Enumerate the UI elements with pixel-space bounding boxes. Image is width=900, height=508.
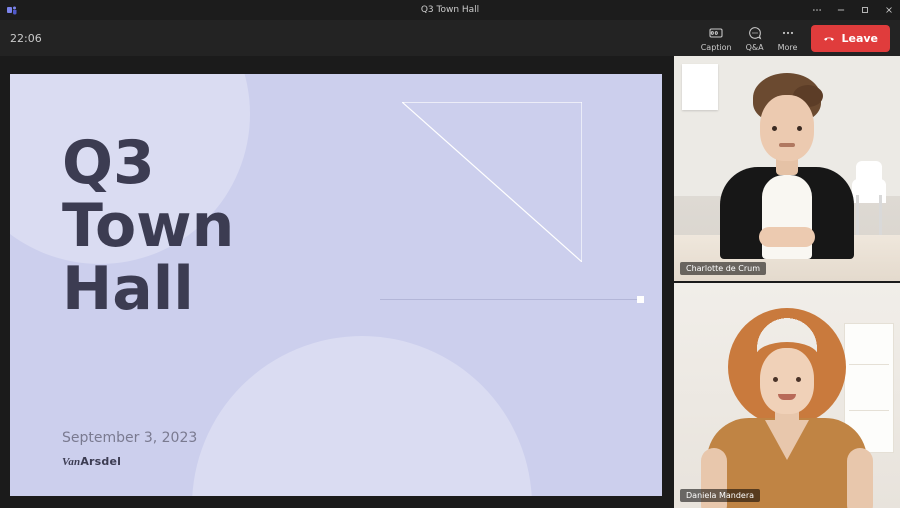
caption-button[interactable]: Caption bbox=[701, 25, 732, 52]
more-label: More bbox=[778, 43, 798, 52]
minimize-button[interactable] bbox=[836, 5, 846, 15]
slide-title: Q3 Town Hall bbox=[62, 132, 234, 321]
participant-name: Charlotte de Crum bbox=[680, 262, 766, 275]
caption-label: Caption bbox=[701, 43, 732, 52]
participant-panel: Charlotte de Crum Daniela Mandera bbox=[674, 56, 900, 508]
decor-triangle bbox=[402, 102, 582, 262]
maximize-button[interactable] bbox=[860, 5, 870, 15]
qa-button[interactable]: Q&A bbox=[746, 25, 764, 52]
slide-brand: VanArsdel bbox=[62, 455, 121, 468]
decor-line bbox=[380, 299, 644, 300]
participant-tile[interactable]: Daniela Mandera bbox=[674, 283, 900, 508]
teams-icon bbox=[6, 4, 18, 16]
presentation-slide: Q3 Town Hall September 3, 2023 VanArsdel bbox=[10, 74, 662, 496]
leave-button[interactable]: Leave bbox=[811, 25, 890, 52]
close-button[interactable] bbox=[884, 5, 894, 15]
meeting-body: Q3 Town Hall September 3, 2023 VanArsdel… bbox=[0, 56, 900, 508]
hangup-icon bbox=[823, 31, 835, 46]
meeting-timer: 22:06 bbox=[10, 32, 42, 45]
decor-circle bbox=[192, 336, 532, 496]
participant-tile[interactable]: Charlotte de Crum bbox=[674, 56, 900, 281]
titlebar: Q3 Town Hall bbox=[0, 0, 900, 20]
participant-name: Daniela Mandera bbox=[680, 489, 760, 502]
leave-label: Leave bbox=[841, 32, 878, 45]
shared-content-stage: Q3 Town Hall September 3, 2023 VanArsdel bbox=[0, 56, 674, 508]
more-button[interactable]: More bbox=[778, 25, 798, 52]
window-title: Q3 Town Hall bbox=[0, 5, 900, 15]
meeting-toolbar: 22:06 Caption Q&A More Leave bbox=[0, 20, 900, 56]
qa-label: Q&A bbox=[746, 43, 764, 52]
slide-date: September 3, 2023 bbox=[62, 430, 197, 446]
more-icon[interactable] bbox=[812, 5, 822, 15]
